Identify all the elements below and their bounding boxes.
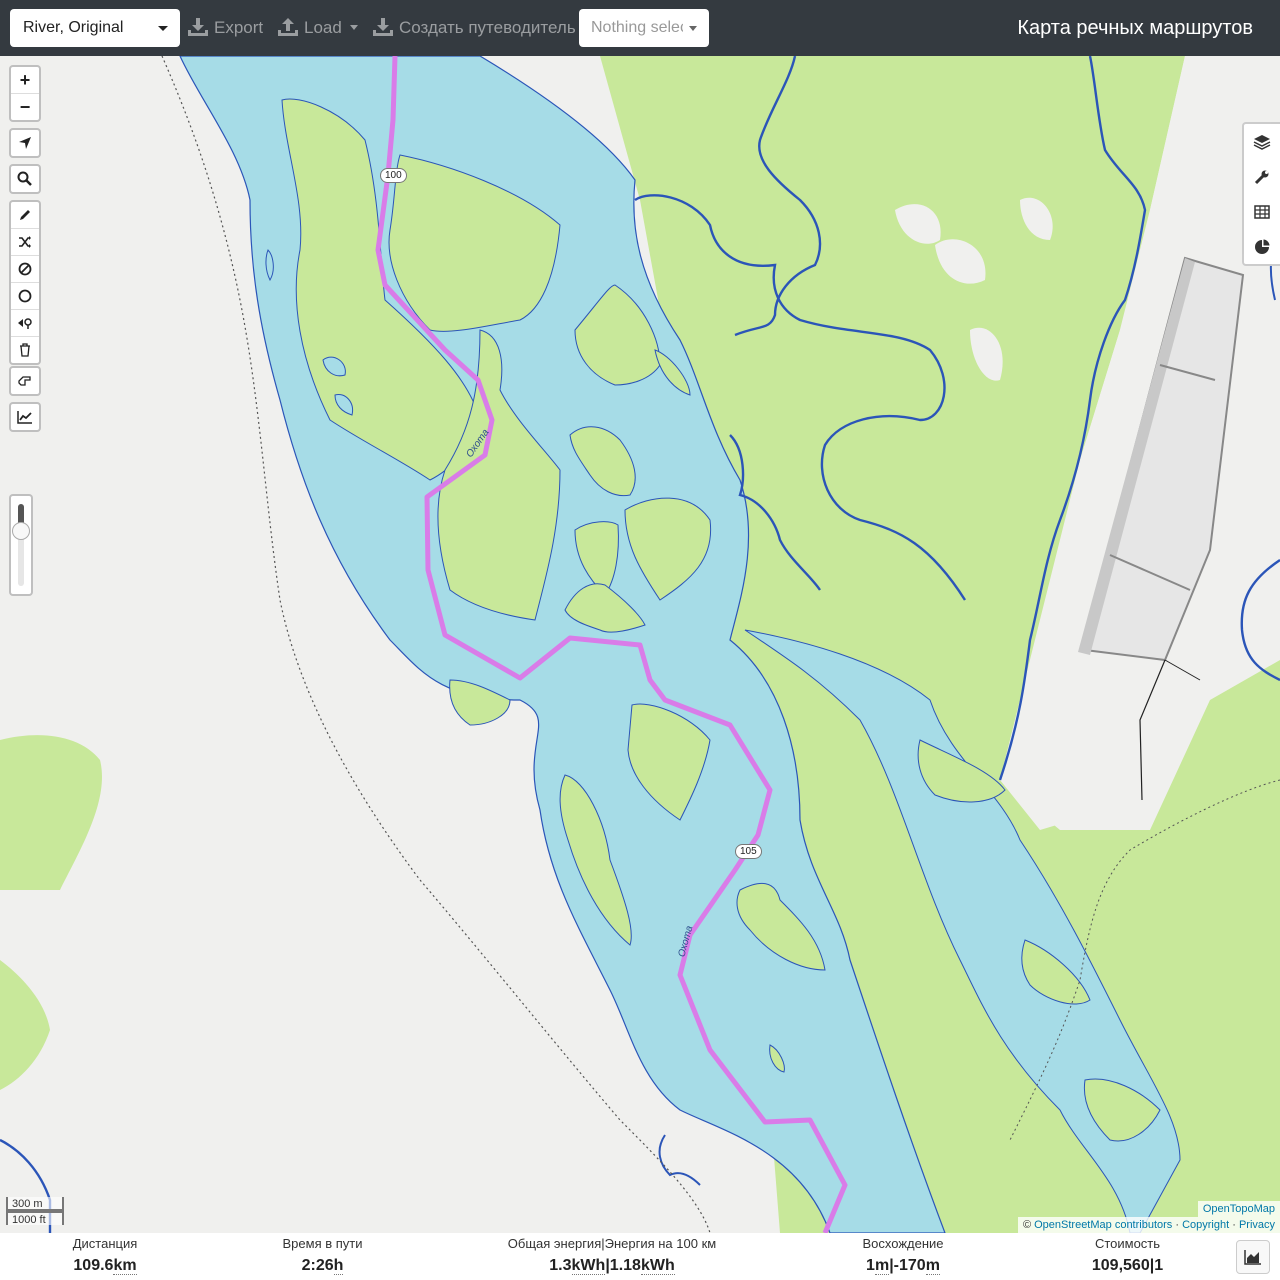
poi-icon [18,318,32,329]
area-chart-icon [1244,1250,1261,1265]
download-icon [188,18,208,36]
osm-link[interactable]: OpenStreetMap contributors [1034,1219,1172,1231]
opentopomap-link[interactable]: OpenTopoMap [1203,1203,1275,1215]
stat-distance: Дистанция 109.6km [72,1236,138,1275]
upload-icon [278,18,298,36]
km-marker: 105 [735,844,762,859]
chevron-down-icon [349,25,358,30]
copyright-link[interactable]: Copyright [1182,1219,1229,1231]
table-icon [1254,204,1270,219]
track-select-placeholder: Nothing selected [591,19,683,36]
shuffle-icon [19,236,31,248]
elevation-chart-button[interactable] [11,404,39,430]
poi-button[interactable] [11,310,39,337]
map-tiles [0,56,1280,1233]
create-guide-label: Создать путеводитель [399,18,576,37]
right-toolbar [1242,122,1280,266]
profile-select[interactable]: River, Original [10,9,180,47]
pencil-icon [20,210,30,220]
locate-button[interactable] [11,130,39,156]
elevation-control [9,402,41,432]
scale-bar: 300 m 1000 ft [6,1197,64,1226]
privacy-link[interactable]: Privacy [1239,1219,1275,1231]
scale-metric: 300 m [6,1197,64,1211]
no-go-area-button[interactable] [11,256,39,283]
track-select[interactable]: Nothing selected [579,9,709,47]
zoom-out-icon: − [19,96,31,117]
zoom-in-icon: + [19,69,31,90]
layers-icon [1253,134,1271,150]
stat-cost: Стоимость 109,560|1 [1091,1236,1164,1274]
line-chart-icon [17,411,32,424]
stat-energy: Общая энергия|Энергия на 100 км 1.3kWh|1… [507,1236,717,1275]
map-canvas[interactable]: 100 105 Охота Охота + − 300 m 1000 ft Op… [0,56,1280,1233]
reverse-route-button[interactable] [11,368,39,394]
table-button[interactable] [1244,194,1280,229]
chevron-down-icon [158,26,168,31]
profile-select-value: River, Original [23,19,124,36]
route-stats-bar: Дистанция 109.6km Время в пути 2:26h Общ… [0,1233,1280,1280]
layers-button[interactable] [1244,124,1280,159]
tile-attribution: OpenTopoMap [1197,1201,1280,1217]
locate-control [9,128,41,158]
circle-icon [18,289,32,303]
stat-travel-time: Время в пути 2:26h [282,1236,363,1275]
chevron-down-icon [689,26,697,31]
km-marker: 100 [380,168,407,183]
search-button[interactable] [11,166,39,192]
stat-ascent: Восхождение 1m|-170m [862,1236,944,1275]
app-title: Карта речных маршрутов [1017,17,1253,39]
shuffle-button[interactable] [11,229,39,256]
map-attribution: © OpenStreetMap contributors · Copyright… [1017,1217,1280,1233]
settings-button[interactable] [1244,159,1280,194]
delete-route-button[interactable] [11,337,39,363]
zoom-control: + − [9,65,41,122]
search-icon [17,171,32,186]
pie-chart-icon [1255,239,1270,254]
statistics-button[interactable] [1244,229,1280,264]
scale-imperial: 1000 ft [6,1211,64,1226]
download-icon [373,18,393,36]
draw-route-button[interactable] [11,202,39,229]
slider-handle[interactable] [12,522,30,540]
reverse-control [9,366,41,396]
no-go-icon [18,262,32,276]
zoom-out-button[interactable]: − [11,94,39,120]
export-button[interactable]: Export [188,14,263,42]
locate-icon [19,137,31,149]
search-control [9,164,41,194]
opacity-slider[interactable] [9,494,33,596]
zoom-in-button[interactable]: + [11,67,39,94]
trash-icon [20,343,30,357]
circle-tool-button[interactable] [11,283,39,310]
load-button[interactable]: Load [278,14,358,42]
draw-toolbar [9,200,41,365]
wrench-icon [1254,170,1269,184]
hand-icon [18,376,31,386]
top-navbar: River, Original Export Load Создать путе… [0,0,1280,56]
export-label: Export [214,18,264,37]
load-label: Load [304,18,342,37]
create-guide-button[interactable]: Создать путеводитель [373,14,576,42]
elevation-profile-button[interactable] [1236,1240,1270,1274]
